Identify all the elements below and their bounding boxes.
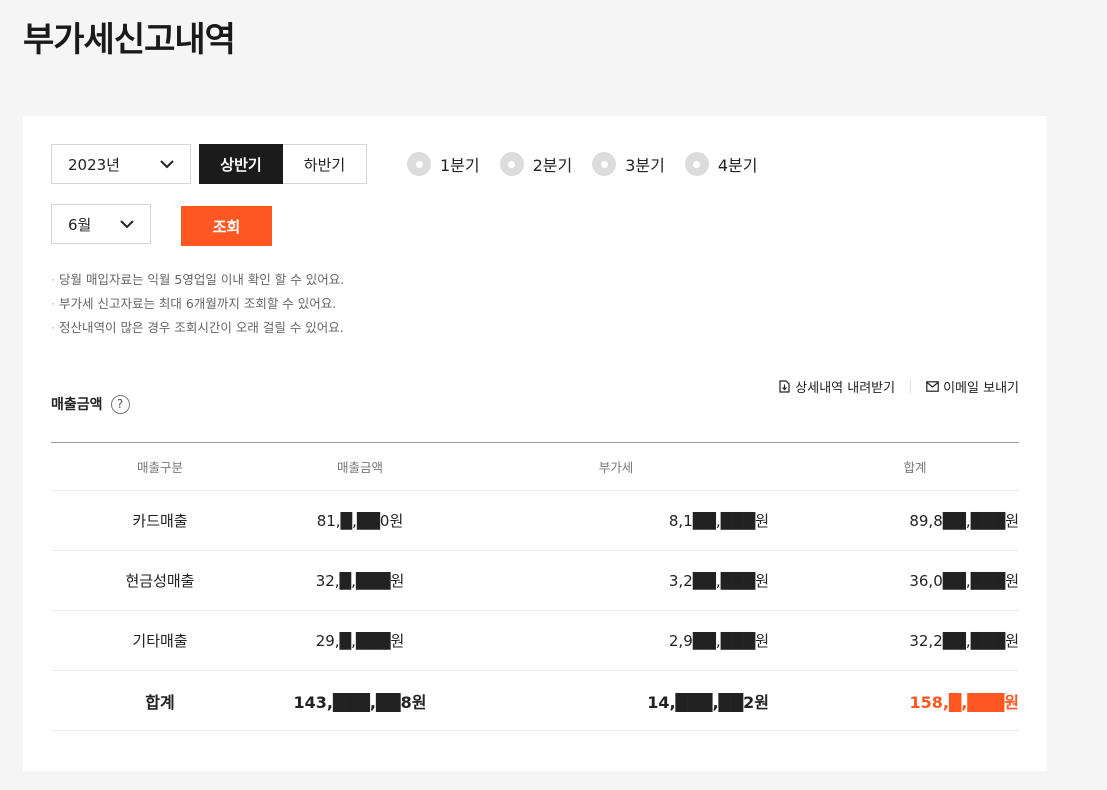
- quarter-label: 2분기: [532, 156, 573, 175]
- send-email-label: 이메일 보내기: [943, 381, 1019, 396]
- quarter-radio-1[interactable]: 1분기: [407, 152, 480, 176]
- total-cell: 89,8██,███원: [909, 512, 1019, 530]
- radio-circle-icon: [684, 152, 709, 176]
- radio-circle-icon: [407, 152, 431, 176]
- radio-circle-icon: [499, 152, 524, 176]
- quarter-label: 4분기: [717, 156, 758, 175]
- grand-total-cell: 158,█,███원: [909, 692, 1020, 712]
- column-header: 매출구분: [136, 460, 183, 475]
- month-select[interactable]: 6월: [51, 204, 151, 244]
- sales-amount-cell: 81,█,██0원: [316, 512, 404, 530]
- download-icon: [779, 380, 790, 393]
- page-title: 부가세신고내역: [23, 20, 236, 60]
- notice-item: 부가세 신고자료는 최대 6개월까지 조회할 수 있어요.: [51, 292, 344, 316]
- action-divider: [910, 380, 912, 393]
- action-bar: 상세내역 내려받기 이메일 보내기: [778, 377, 1019, 396]
- radio-circle-icon: [592, 152, 617, 176]
- search-button[interactable]: 조회: [181, 206, 272, 246]
- total-cell: 36,0██,███원: [909, 572, 1019, 590]
- table-row: 기타매출 29,█,███원 2,9██,███원 32,2██,███원: [51, 611, 1019, 671]
- year-select[interactable]: 2023년: [51, 144, 191, 184]
- total-vat-cell: 14,███,██2원: [647, 692, 769, 712]
- sales-table: 매출구분 매출금액 부가세 합계 카드매출 81,█,██0원 8,1██,██…: [51, 442, 1019, 731]
- quarter-label: 3분기: [625, 156, 665, 175]
- sales-amount-cell: 29,█,███원: [315, 632, 405, 650]
- second-half-button[interactable]: 하반기: [283, 144, 367, 184]
- total-label-cell: 합계: [145, 692, 175, 712]
- table-total-row: 합계 143,███,██8원 14,███,██2원 158,█,███원: [51, 671, 1019, 731]
- quarter-radio-2[interactable]: 2분기: [499, 152, 573, 176]
- notice-item: 당월 매입자료는 익월 5영업일 이내 확인 할 수 있어요.: [51, 268, 344, 292]
- chevron-down-icon: [160, 157, 174, 171]
- sales-type-cell: 기타매출: [132, 632, 188, 650]
- notice-item: 정산내역이 많은 경우 조회시간이 오래 걸릴 수 있어요.: [51, 316, 344, 340]
- month-select-value: 6월: [68, 215, 92, 234]
- download-details-button[interactable]: 상세내역 내려받기: [778, 377, 895, 396]
- content-card: 2023년 상반기 하반기 1분기 2분기 3분기 4분기 6월 조회 · 당월…: [23, 116, 1047, 771]
- column-header: 매출금액: [336, 460, 383, 475]
- section-title: 매출금액 ?: [51, 394, 130, 414]
- quarter-radio-4[interactable]: 4분기: [684, 152, 758, 176]
- mail-icon: [926, 381, 939, 392]
- table-row: 현금성매출 32,█,███원 3,2██,███원 36,0██,███원: [51, 551, 1019, 611]
- help-icon[interactable]: ?: [110, 394, 130, 414]
- column-header: 합계: [903, 460, 927, 475]
- chevron-down-icon: [120, 217, 134, 231]
- column-header: 부가세: [598, 460, 634, 475]
- notice-list: 당월 매입자료는 익월 5영업일 이내 확인 할 수 있어요. 부가세 신고자료…: [51, 268, 344, 340]
- first-half-button[interactable]: 상반기: [199, 144, 283, 184]
- sales-amount-cell: 32,█,███원: [315, 572, 405, 590]
- send-email-button[interactable]: 이메일 보내기: [926, 377, 1019, 396]
- table-row: 카드매출 81,█,██0원 8,1██,███원 89,8██,███원: [51, 491, 1019, 551]
- half-year-toggle: 상반기 하반기: [199, 144, 367, 184]
- quarter-radio-group: 1분기 2분기 3분기 4분기: [407, 152, 778, 176]
- download-details-label: 상세내역 내려받기: [795, 381, 896, 396]
- quarter-radio-3[interactable]: 3분기: [592, 152, 665, 176]
- vat-cell: 2,9██,███원: [668, 632, 769, 650]
- sales-type-cell: 카드매출: [132, 512, 188, 530]
- table-header-row: 매출구분 매출금액 부가세 합계: [51, 443, 1019, 491]
- vat-cell: 8,1██,███원: [668, 512, 769, 530]
- total-cell: 32,2██,███원: [909, 632, 1019, 650]
- vat-cell: 3,2██,███원: [668, 572, 769, 590]
- quarter-label: 1분기: [440, 156, 480, 175]
- total-amount-cell: 143,███,██8원: [293, 692, 427, 712]
- section-title-text: 매출금액: [51, 397, 103, 413]
- year-select-value: 2023년: [68, 155, 120, 174]
- sales-type-cell: 현금성매출: [125, 572, 195, 590]
